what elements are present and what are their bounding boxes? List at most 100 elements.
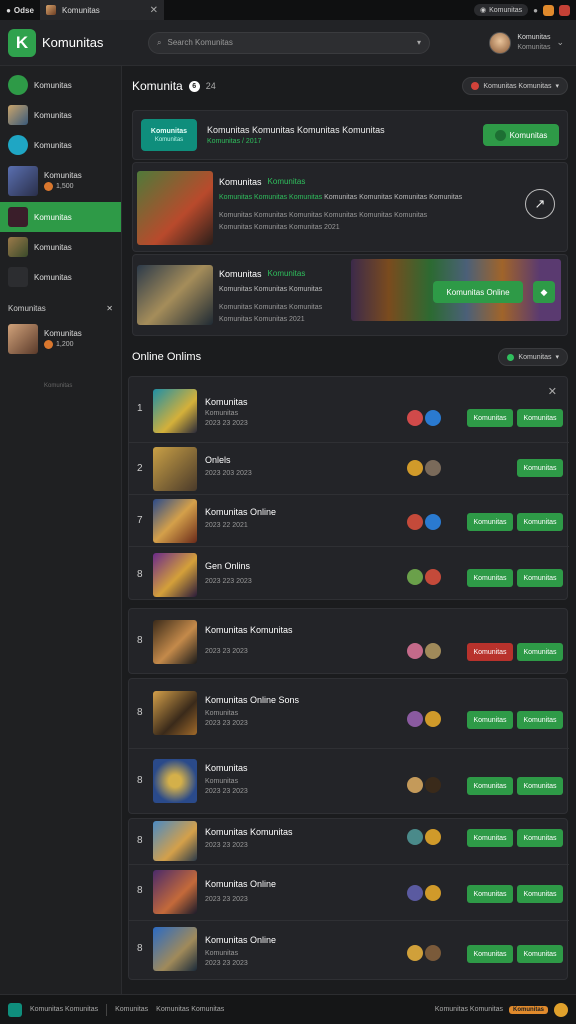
play-button[interactable]: Komunitas [467,409,513,427]
community-thumbnail-icon [8,237,28,257]
banner-tag-sub: Komunitas [154,136,184,143]
app-footer: Komunitas Komunitas Komunitas Komunitas … [0,994,576,1024]
game-thumbnail [153,821,197,861]
play-icon[interactable]: ◆ [533,281,555,303]
browser-tab-small[interactable]: ● Odse [0,0,40,20]
online-section-header: Online Onlims Komunitas ▾ [132,346,568,368]
player-icon [407,711,423,727]
avatar[interactable] [489,31,512,54]
table-row[interactable]: 8 Gen Onlins 2023 223 2023 Komunitas Kom… [129,547,569,601]
app-logo-icon[interactable]: K [8,28,36,57]
table-row[interactable]: 8 Komunitas Komunitas 2023 23 2023 Komun… [129,819,569,865]
tab-small-label: Odse [13,5,34,15]
row-subtitle: Komunitas [205,950,239,957]
row-rank: 8 [137,635,143,646]
filter-icon [471,82,480,90]
search-input[interactable]: ⌕ Search Komunitas ▾ [148,31,430,54]
table-row[interactable]: 8 Komunitas Online 2023 23 2023 Komunita… [129,865,569,921]
row-title: Komunitas Online [205,879,277,889]
player-icon [407,829,423,845]
community-thumbnail-icon [8,207,28,227]
row-title: Komunitas Online [205,935,277,945]
join-button[interactable]: Komunitas [517,409,563,427]
sidebar-item-community-1[interactable]: Komunitas [0,100,121,130]
tab-close-icon[interactable]: ✕ [150,5,158,16]
table-row[interactable]: 7 Komunitas Online 2023 22 2021 Komunita… [129,495,569,547]
game-thumbnail [153,447,197,491]
main-title-row: Komunita 6 24 Komunitas Komunitas ▾ [132,74,568,98]
home-icon [8,75,28,95]
sidebar-section-title: Komunitas [8,304,46,313]
play-button[interactable]: Komunitas [467,777,513,795]
sidebar-item-community-3[interactable]: Komunitas 1,500 [0,160,121,202]
join-button[interactable]: Komunitas [517,711,563,729]
play-button[interactable]: Komunitas [467,945,513,963]
feature-card-two[interactable]: Komunitas Komunitas Komunitas Komunitas … [132,254,568,336]
browser-tab-active[interactable]: Komunitas ✕ [40,0,164,20]
play-button[interactable]: Komunitas [467,711,513,729]
join-button[interactable]: Komunitas [517,885,563,903]
sidebar-item-active[interactable]: Komunitas [0,202,121,232]
row-subtitle: Komunitas [205,410,239,417]
app-header: K Komunitas ⌕ Search Komunitas ▾ Komunit… [0,20,576,66]
sidebar-item-home[interactable]: Komunitas [0,70,121,100]
row-rank: 2 [137,463,143,474]
row-subtitle: 2023 22 2021 [205,522,248,529]
settings-dot-icon[interactable]: ● [533,6,538,15]
banner-action-button[interactable]: Komunitas [483,124,559,146]
join-button[interactable]: Komunitas [517,945,563,963]
sidebar-item-community-2[interactable]: Komunitas [0,130,121,160]
sidebar-item-label: Komunitas [34,272,72,282]
join-button[interactable]: Komunitas [517,829,563,847]
row-meta: 2023 23 2023 [205,720,248,727]
join-button[interactable]: Komunitas [517,643,563,661]
banner-tag: Komunitas Komunitas [141,119,197,151]
extension-red-icon[interactable] [559,4,570,16]
chevron-down-icon[interactable]: ⌄ [556,37,564,48]
feature-card-one[interactable]: Komunitas Komunitas Komunitas Komunitas … [132,162,568,252]
table-row[interactable]: 1 Komunitas Komunitas 2023 23 2023 Komun… [129,377,569,443]
online-list-panel: 8 Komunitas Komunitas 2023 23 2023 Komun… [128,608,568,674]
sidebar-item-community-6[interactable]: Komunitas [0,262,121,292]
footer-link[interactable]: Komunitas [115,1006,148,1013]
game-thumbnail [153,620,197,664]
play-button[interactable]: Komunitas [467,569,513,587]
table-row[interactable]: 8 Komunitas Online Komunitas 2023 23 202… [129,921,569,981]
profile-pill[interactable]: ◉ Komunitas [473,4,529,16]
footer-left-text[interactable]: Komunitas Komunitas [30,1006,98,1013]
play-button[interactable]: Komunitas [467,829,513,847]
game-thumbnail [153,927,197,971]
table-row[interactable]: 8 Komunitas Online Sons Komunitas 2023 2… [129,679,569,749]
row-meta: 2023 23 2023 [205,420,248,427]
join-button[interactable]: Komunitas [517,777,563,795]
footer-link[interactable]: Komunitas Komunitas [156,1006,224,1013]
row-subtitle: 2023 23 2023 [205,648,248,655]
share-icon[interactable]: ↗ [525,189,555,219]
row-rank: 1 [137,403,143,414]
active-tab-title: Komunitas [62,5,100,15]
chevron-down-icon[interactable]: ▾ [417,38,421,47]
extension-icon[interactable] [543,4,554,16]
row-subtitle: Komunitas [205,710,239,717]
join-online-button[interactable]: Komunitas Online [433,281,523,303]
feature-line-highlight: Komunitas Komunitas Komunitas [219,194,323,201]
sidebar-item-community-5[interactable]: Komunitas [0,232,121,262]
play-button[interactable]: Komunitas [467,885,513,903]
table-row[interactable]: 2 Onlels 2023 203 2023 Komunitas [129,443,569,495]
filter-dropdown[interactable]: Komunitas Komunitas ▾ [462,77,568,95]
leave-button[interactable]: Komunitas [467,643,513,661]
sidebar-item-count: 1,200 [56,341,74,348]
play-button[interactable]: Komunitas [467,513,513,531]
user-menu[interactable]: Komunitas Komunitas ⌄ [489,31,576,54]
feature-description-2: Komunitas Komunitas Komunitas 2021 [219,224,340,231]
join-button[interactable]: Komunitas [517,459,563,477]
join-button[interactable]: Komunitas [517,513,563,531]
sort-dropdown[interactable]: Komunitas ▾ [498,348,568,366]
sidebar-item-label: Komunitas [34,110,72,120]
table-row[interactable]: 8 Komunitas Komunitas 2023 23 2023 Komun… [129,609,569,675]
join-button[interactable]: Komunitas [517,569,563,587]
close-icon[interactable]: ✕ [106,304,113,313]
table-row[interactable]: 8 Komunitas Komunitas 2023 23 2023 Komun… [129,749,569,815]
coin-icon[interactable] [554,1002,568,1017]
sidebar-item-recent[interactable]: Komunitas 1,200 [0,319,121,359]
